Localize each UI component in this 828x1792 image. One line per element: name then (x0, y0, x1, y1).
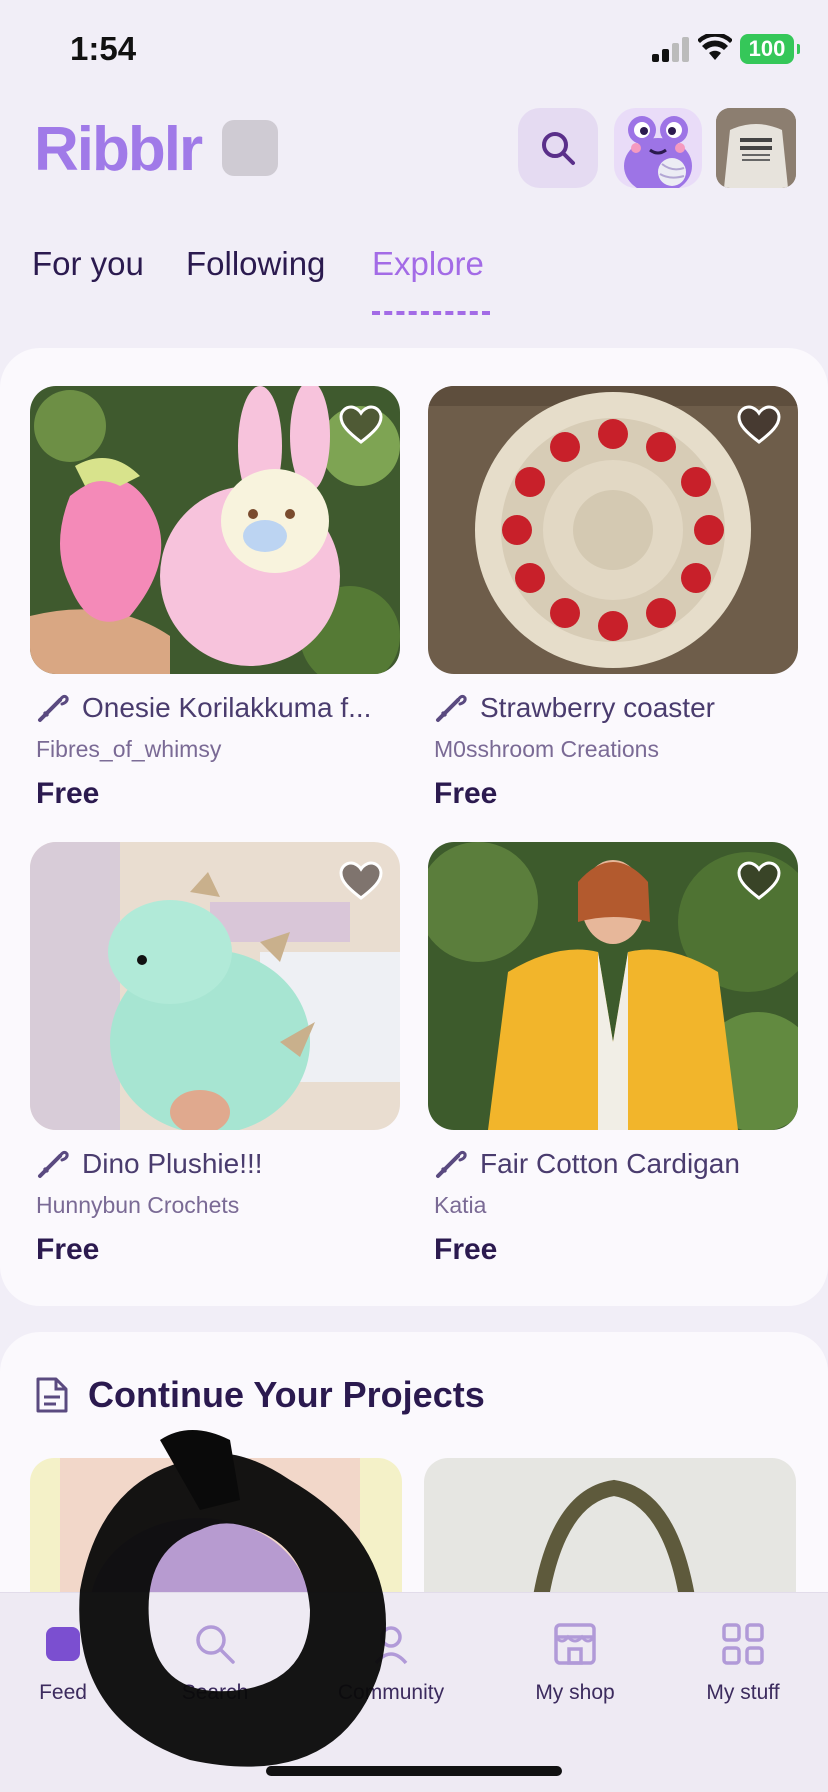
product-card[interactable]: Onesie Korilakkuma f... Fibres_of_whimsy… (30, 386, 400, 811)
crochet-hook-icon (38, 694, 69, 722)
tab-explore[interactable]: Explore (372, 245, 484, 283)
product-title-row: Fair Cotton Cardigan (428, 1144, 798, 1184)
product-image[interactable] (428, 386, 798, 674)
product-image[interactable] (428, 842, 798, 1130)
product-title-row: Onesie Korilakkuma f... (30, 688, 400, 728)
status-time: 1:54 (70, 30, 137, 67)
product-title: Strawberry coaster (480, 692, 715, 723)
app-logo: Ribblr (34, 115, 203, 184)
nav-label: My shop (535, 1681, 615, 1704)
document-icon (36, 1377, 68, 1413)
tab-for-you[interactable]: For you (32, 245, 144, 283)
app-header: Ribblr (0, 100, 828, 200)
feed-tabs: For you Following Explore (0, 245, 828, 325)
frog-mascot-icon (624, 116, 692, 188)
crochet-hook-icon (436, 694, 467, 722)
battery-indicator: 100 (740, 34, 800, 64)
heart-icon[interactable] (338, 404, 384, 446)
product-price: Free (434, 1233, 498, 1266)
nav-item-my-shop[interactable]: My shop (500, 1621, 650, 1705)
shop-icon (554, 1623, 596, 1665)
crochet-hook-icon (436, 1150, 467, 1178)
product-title: Fair Cotton Cardigan (480, 1148, 740, 1179)
product-seller[interactable]: M0sshroom Creations (434, 736, 798, 763)
product-title: Dino Plushie!!! (82, 1148, 263, 1179)
status-bar: 1:54 100 (0, 0, 828, 100)
tab-following[interactable]: Following (186, 245, 325, 283)
product-price: Free (36, 1233, 100, 1266)
product-card[interactable]: Strawberry coaster M0sshroom Creations F… (428, 386, 798, 811)
crochet-hook-icon (38, 1150, 69, 1178)
product-card[interactable]: Fair Cotton Cardigan Katia Free (428, 842, 798, 1267)
product-title-row: Strawberry coaster (428, 688, 798, 728)
nav-label: My stuff (706, 1681, 780, 1704)
continue-projects-header: Continue Your Projects (34, 1374, 485, 1416)
search-icon (542, 132, 575, 165)
product-image[interactable] (30, 386, 400, 674)
profile-avatar[interactable] (716, 108, 796, 188)
logo-badge (222, 120, 278, 176)
section-title: Continue Your Projects (88, 1374, 485, 1415)
heart-icon[interactable] (736, 404, 782, 446)
product-image[interactable] (30, 842, 400, 1130)
product-seller[interactable]: Fibres_of_whimsy (36, 736, 400, 763)
product-title: Onesie Korilakkuma f... (82, 692, 372, 723)
product-title-row: Dino Plushie!!! (30, 1144, 400, 1184)
active-tab-indicator (372, 311, 490, 315)
redaction-scribble (79, 1430, 386, 1767)
search-button[interactable] (518, 108, 598, 188)
grid-icon (722, 1623, 764, 1665)
product-seller[interactable]: Hunnybun Crochets (36, 1192, 400, 1219)
explore-grid: Onesie Korilakkuma f... Fibres_of_whimsy… (0, 348, 828, 1306)
nav-item-my-stuff[interactable]: My stuff (668, 1621, 818, 1705)
cellular-signal-icon (652, 36, 690, 62)
heart-icon[interactable] (338, 860, 384, 902)
wifi-icon (698, 34, 732, 60)
product-card[interactable]: Dino Plushie!!! Hunnybun Crochets Free (30, 842, 400, 1267)
product-price: Free (36, 777, 100, 810)
product-price: Free (434, 777, 498, 810)
frog-mascot-avatar[interactable] (614, 108, 702, 188)
home-indicator (266, 1766, 562, 1776)
heart-icon[interactable] (736, 860, 782, 902)
product-seller[interactable]: Katia (434, 1192, 798, 1219)
profile-photo (716, 108, 796, 188)
